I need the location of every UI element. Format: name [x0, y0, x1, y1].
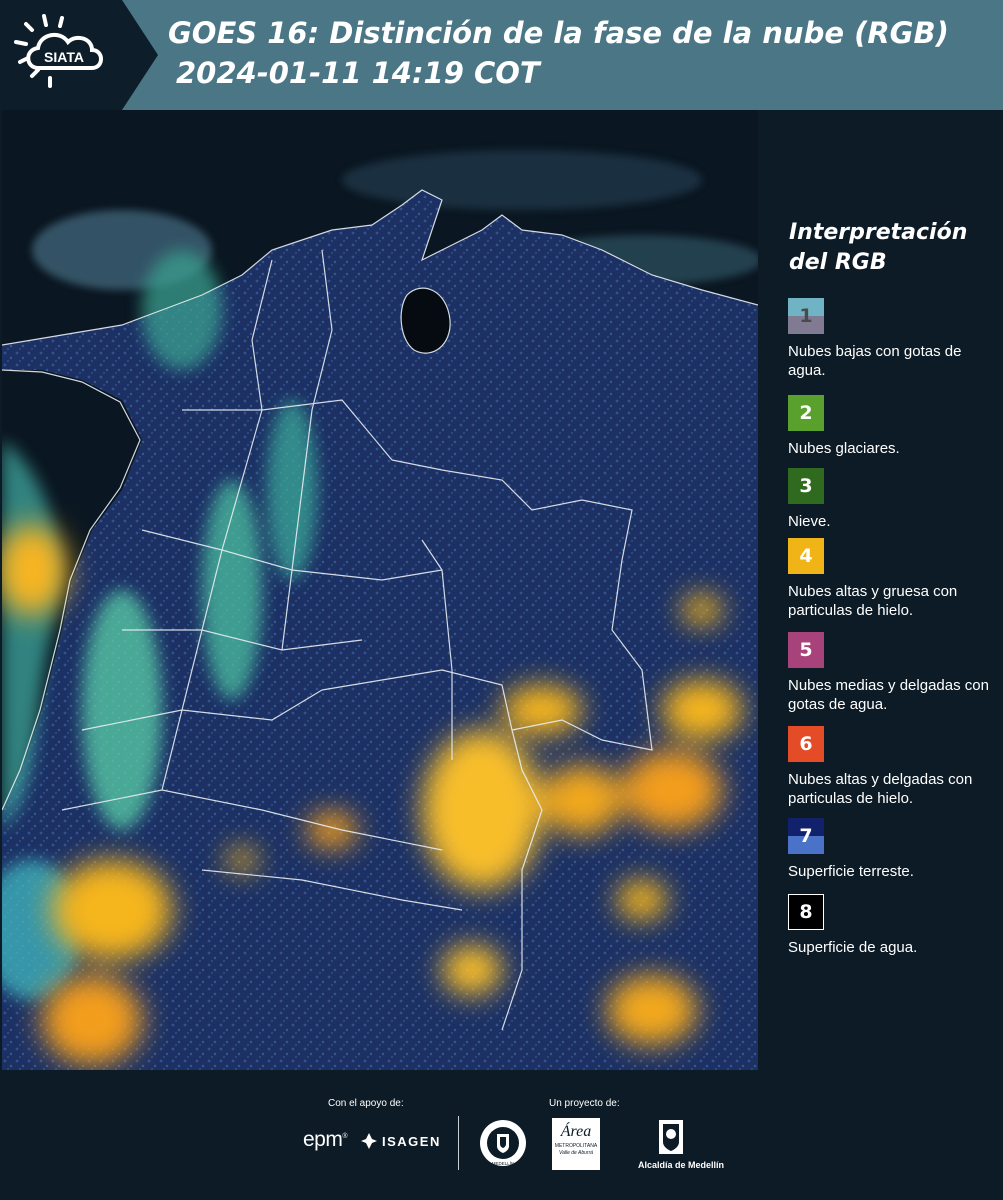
project-caption: Un proyecto de: — [549, 1098, 620, 1109]
legend-title: Interpretación del RGB — [789, 218, 999, 278]
footer-divider — [458, 1116, 459, 1170]
legend-label-2: Nubes glaciares. — [788, 440, 900, 457]
legend-label-4: Nubes altas y gruesa con particulas de h… — [788, 583, 958, 619]
logo-text: SIATA — [44, 49, 84, 65]
legend-label-7: Superficie terreste. — [788, 863, 914, 880]
legend-swatch-4: 4 — [788, 538, 824, 574]
isagen-logo: ISAGEN — [360, 1132, 441, 1150]
legend-item-8: 8 Superficie de agua. — [788, 894, 1000, 957]
page-datetime: 2024-01-11 14:19 COT — [176, 56, 540, 90]
footer-bar: Con el apoyo de: Un proyecto de: epm® IS… — [0, 1070, 1003, 1200]
satellite-map — [2, 110, 758, 1070]
legend-swatch-3: 3 — [788, 468, 824, 504]
alcaldia-logo: Alcaldía de Medellín — [638, 1118, 724, 1170]
legend-title-line2: del RGB — [789, 250, 887, 275]
legend-label-3: Nieve. — [788, 513, 831, 530]
legend-swatch-7: 7 — [788, 818, 824, 854]
legend-panel: Interpretación del RGB 1 Nubes bajas con… — [760, 110, 1003, 1070]
page-title: GOES 16: Distinción de la fase de la nub… — [168, 16, 949, 50]
legend-swatch-6: 6 — [788, 726, 824, 762]
legend-swatch-1: 1 — [788, 298, 824, 334]
legend-item-6: 6 Nubes altas y delgadas con particulas … — [788, 726, 1000, 808]
legend-item-5: 5 Nubes medias y delgadas con gotas de a… — [788, 632, 1000, 714]
support-caption: Con el apoyo de: — [328, 1098, 404, 1109]
legend-label-6: Nubes altas y delgadas con particulas de… — [788, 771, 973, 807]
seal-icon: MEDELLÍN — [480, 1120, 526, 1166]
legend-swatch-8: 8 — [788, 894, 824, 930]
seal-text: MEDELLÍN — [492, 1160, 515, 1166]
area-metropolitana-logo: Área METROPOLITANA Valle de Aburrá — [552, 1118, 600, 1170]
legend-item-2: 2 Nubes glaciares. — [788, 395, 1000, 458]
alcaldia-shield-icon — [659, 1120, 683, 1154]
header-bar: SIATA GOES 16: Distinción de la fase de … — [0, 0, 1003, 110]
legend-label-5: Nubes medias y delgadas con gotas de agu… — [788, 677, 989, 713]
legend-label-8: Superficie de agua. — [788, 939, 918, 956]
medellin-seal: MEDELLÍN — [478, 1118, 528, 1173]
legend-label-1: Nubes bajas con gotas de agua. — [788, 343, 962, 379]
legend-item-7: 7 Superficie terreste. — [788, 818, 1000, 881]
isagen-icon — [361, 1133, 377, 1149]
legend-swatch-2: 2 — [788, 395, 824, 431]
siata-logo-icon: SIATA — [0, 0, 158, 110]
legend-item-3: 3 Nieve. — [788, 468, 1000, 531]
legend-swatch-5: 5 — [788, 632, 824, 668]
legend-title-line1: Interpretación — [789, 220, 968, 245]
epm-logo: epm® — [303, 1128, 348, 1151]
siata-logo: SIATA — [0, 0, 160, 110]
legend-item-1: 1 Nubes bajas con gotas de agua. — [788, 298, 1000, 380]
legend-item-4: 4 Nubes altas y gruesa con particulas de… — [788, 538, 1000, 620]
rgb-composite-image — [2, 110, 758, 1070]
